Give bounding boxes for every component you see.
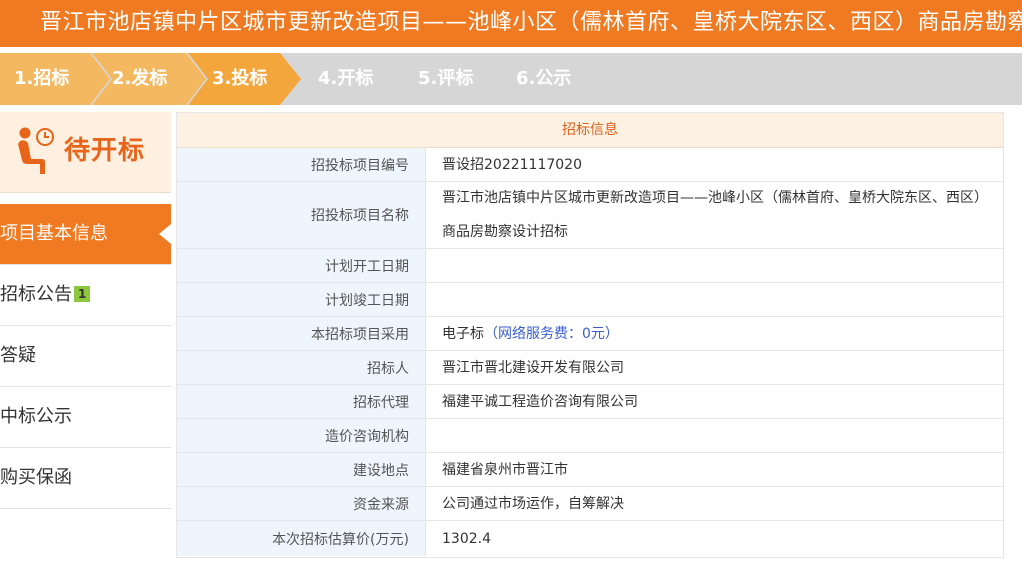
- network-fee-text: （网络服务费：0元）: [484, 325, 619, 342]
- table-row: 计划竣工日期: [177, 283, 1003, 317]
- sidebar: 待开标 项目基本信息 招标公告 1 答疑 中标公示 购买保函: [0, 112, 171, 564]
- row-key: 造价咨询机构: [177, 419, 426, 452]
- row-key: 招标人: [177, 351, 426, 384]
- row-value: 晋江市池店镇中片区城市更新改造项目——池峰小区（儒林首府、皇桥大院东区、西区）商…: [442, 190, 988, 240]
- progress-steps: 1.招标 2.发标 3.投标 4.开标 5.评标 6.公示: [0, 53, 1022, 105]
- row-key: 招投标项目名称: [177, 182, 426, 248]
- sidebar-item-text: 招标公告: [0, 284, 72, 305]
- table-row: 造价咨询机构: [177, 419, 1003, 453]
- page-title: 晋江市池店镇中片区城市更新改造项目——池峰小区（儒林首府、皇桥大院东区、西区）商…: [40, 10, 1022, 35]
- page-title-bar: 晋江市池店镇中片区城市更新改造项目——池峰小区（儒林首府、皇桥大院东区、西区）商…: [0, 0, 1022, 47]
- row-key-text: 招投标项目名称: [311, 208, 409, 224]
- row-key: 计划竣工日期: [177, 283, 426, 316]
- row-key: 本招标项目采用: [177, 317, 426, 350]
- sidebar-item-qa[interactable]: 答疑: [0, 326, 171, 387]
- step-1-label: 1.招标: [14, 68, 70, 89]
- bid-status-box: 待开标: [0, 112, 171, 193]
- row-key-text: 招投标项目编号: [311, 157, 409, 174]
- step-4-label: 4.开标: [318, 68, 374, 89]
- row-key-text: 招标人: [367, 360, 409, 377]
- table-row: 本次招标估算价(万元) 1302.4: [177, 521, 1003, 556]
- row-value: 福建平诚工程造价咨询有限公司: [442, 393, 638, 410]
- row-key: 本次招标估算价(万元): [177, 521, 426, 556]
- table-row: 招标代理 福建平诚工程造价咨询有限公司: [177, 385, 1003, 419]
- step-3-label: 3.投标: [212, 68, 268, 89]
- sidebar-item-project-info[interactable]: 项目基本信息: [0, 204, 171, 265]
- sidebar-item-tender-notice[interactable]: 招标公告 1: [0, 265, 171, 326]
- row-value: 公司通过市场运作，自筹解决: [442, 495, 624, 512]
- sidebar-item-label: 购买保函: [0, 467, 72, 488]
- sidebar-item-label: 项目基本信息: [0, 223, 108, 244]
- step-6-label: 6.公示: [516, 68, 572, 89]
- table-row: 招投标项目编号 晋设招20221117020: [177, 148, 1003, 182]
- row-key-text: 建设地点: [353, 462, 409, 479]
- row-key: 建设地点: [177, 453, 426, 486]
- row-key-text: 本招标项目采用: [311, 326, 409, 343]
- row-value: 福建省泉州市晋江市: [442, 461, 568, 478]
- row-value: 电子标（网络服务费：0元）: [442, 317, 995, 351]
- row-value: 1302.4: [442, 530, 491, 547]
- notice-count-badge: 1: [74, 286, 91, 302]
- step-2-label: 2.发标: [112, 68, 168, 89]
- row-key: 招标代理: [177, 385, 426, 418]
- row-value: 晋江市晋北建设开发有限公司: [442, 359, 624, 376]
- row-key-text: 计划开工日期: [325, 258, 409, 275]
- table-row: 招标人 晋江市晋北建设开发有限公司: [177, 351, 1003, 385]
- bid-status-label: 待开标: [64, 136, 146, 166]
- sidebar-item-label: 答疑: [0, 345, 36, 366]
- sidebar-item-label: 中标公示: [0, 406, 72, 427]
- row-key-text: 计划竣工日期: [325, 292, 409, 309]
- person-waiting-icon: [16, 126, 56, 180]
- tender-info-header: 招标信息: [177, 113, 1003, 148]
- row-key-text: 本次招标估算价(万元): [272, 531, 409, 548]
- step-5-label: 5.评标: [418, 68, 474, 89]
- row-key: 计划开工日期: [177, 249, 426, 282]
- row-key: 资金来源: [177, 487, 426, 520]
- bid-mode-text: 电子标: [442, 325, 484, 342]
- row-value: 晋设招20221117020: [442, 156, 582, 173]
- sidebar-item-award-notice[interactable]: 中标公示: [0, 387, 171, 448]
- table-row: 本招标项目采用 电子标（网络服务费：0元）: [177, 317, 1003, 351]
- row-key-text: 招标代理: [353, 394, 409, 411]
- table-row: 计划开工日期: [177, 249, 1003, 283]
- table-row: 招投标项目名称 晋江市池店镇中片区城市更新改造项目——池峰小区（儒林首府、皇桥大…: [177, 182, 1003, 249]
- row-key: 招投标项目编号: [177, 148, 426, 181]
- row-key-text: 造价咨询机构: [325, 428, 409, 445]
- row-key-text: 资金来源: [353, 496, 409, 513]
- tender-info-table: 招标信息 招投标项目编号 晋设招20221117020 招投标项目名称 晋江市池…: [176, 112, 1004, 558]
- sidebar-item-label: 招标公告 1: [0, 282, 91, 308]
- table-row: 建设地点 福建省泉州市晋江市: [177, 453, 1003, 487]
- sidebar-item-buy-guarantee[interactable]: 购买保函: [0, 448, 171, 509]
- table-row: 资金来源 公司通过市场运作，自筹解决: [177, 487, 1003, 521]
